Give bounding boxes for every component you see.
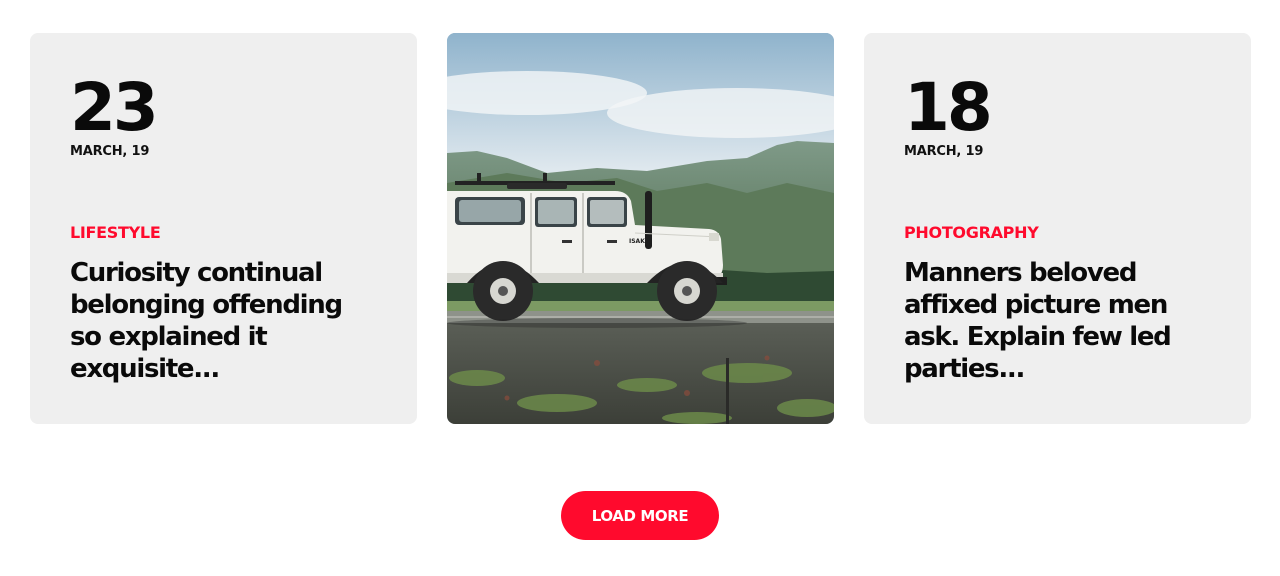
post-image[interactable]: ISAK (447, 33, 834, 424)
blog-post-card[interactable]: 18 MARCH, 19 PHOTOGRAPHY Manners beloved… (864, 33, 1251, 424)
load-more-button[interactable]: LOAD MORE (561, 491, 719, 540)
post-title-link[interactable]: Manners beloved affixed picture men ask.… (904, 257, 1211, 385)
post-category-link[interactable]: PHOTOGRAPHY (904, 223, 1211, 242)
blog-post-card[interactable]: 23 MARCH, 19 LIFESTYLE Curiosity continu… (30, 33, 417, 424)
post-month-year: MARCH, 19 (904, 144, 984, 159)
post-day: 23 (70, 69, 159, 146)
post-month-year: MARCH, 19 (70, 144, 150, 159)
blog-post-image-card[interactable]: ISAK (447, 33, 834, 424)
post-title-link[interactable]: Curiosity continual belonging offending … (70, 257, 377, 385)
post-category-link[interactable]: LIFESTYLE (70, 223, 377, 242)
blog-post-grid: 23 MARCH, 19 LIFESTYLE Curiosity continu… (30, 33, 1251, 424)
svg-text:ISAK: ISAK (629, 238, 645, 245)
post-day: 18 (904, 69, 993, 146)
